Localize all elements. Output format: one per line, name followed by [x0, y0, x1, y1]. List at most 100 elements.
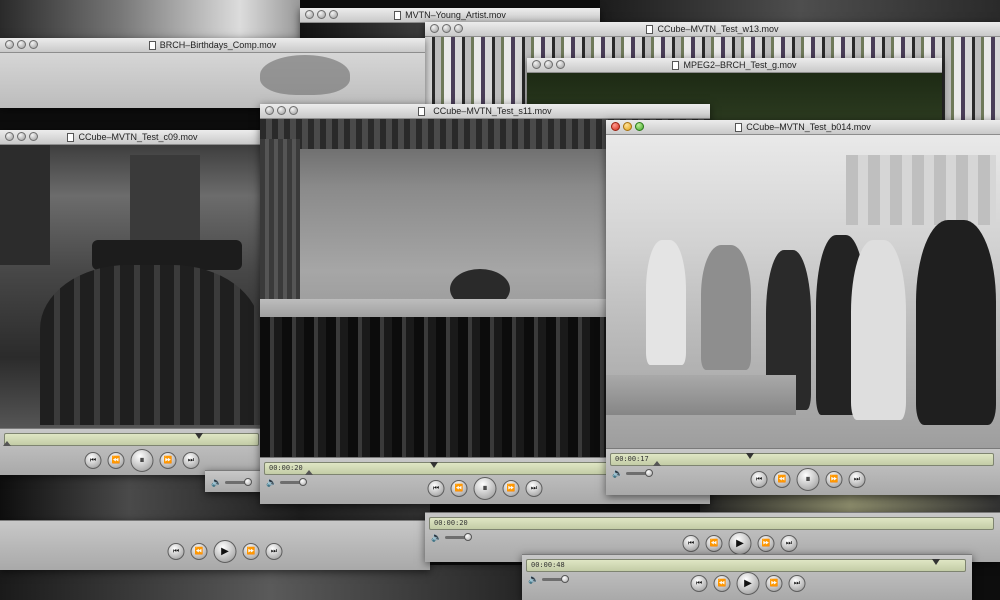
volume-knob[interactable] [561, 575, 570, 583]
rewind-to-start-button[interactable]: ⏮ [427, 480, 445, 497]
fast-forward-button[interactable]: ⏩ [242, 543, 260, 560]
pause-button[interactable]: ⏸ [130, 449, 154, 472]
playhead[interactable] [430, 462, 438, 468]
fast-forward-button[interactable]: ⏩ [757, 535, 775, 552]
title-bar[interactable]: CCube–MVTN_Test_c09.mov [0, 130, 265, 145]
movie-window-fragment[interactable]: 🔈 [205, 470, 265, 492]
crowd-silhouette [40, 265, 260, 425]
close-button[interactable] [305, 10, 314, 19]
in-point-marker[interactable] [3, 441, 11, 446]
go-to-end-button[interactable]: ⏭ [182, 452, 200, 469]
rewind-to-start-button[interactable]: ⏮ [84, 452, 102, 469]
rewind-to-start-button[interactable]: ⏮ [167, 543, 185, 560]
rewind-button[interactable]: ⏪ [705, 535, 723, 552]
minimize-button[interactable] [17, 40, 26, 49]
close-button[interactable] [265, 106, 274, 115]
zoom-button[interactable] [29, 40, 38, 49]
minimize-button[interactable] [442, 24, 451, 33]
fast-forward-button[interactable]: ⏩ [502, 480, 520, 497]
play-button[interactable]: ▶ [213, 540, 237, 563]
zoom-button[interactable] [635, 122, 644, 131]
volume-control: 🔈 [211, 477, 253, 488]
time-slider[interactable]: 00:00:20 [429, 517, 994, 530]
movie-file-icon [735, 122, 743, 132]
title-bar[interactable]: BRCH–Birthdays_Comp.mov [0, 38, 425, 53]
window-controls [611, 122, 644, 131]
movie-window-c09[interactable]: CCube–MVTN_Test_c09.mov ⏮ ⏪ ⏸ ⏩ ⏭ [0, 130, 265, 475]
go-to-end-button[interactable]: ⏭ [780, 535, 798, 552]
minimize-button[interactable] [277, 106, 286, 115]
play-button[interactable]: ▶ [736, 572, 760, 595]
close-button[interactable] [430, 24, 439, 33]
volume-slider[interactable] [542, 575, 570, 583]
pause-button[interactable]: ⏸ [473, 477, 497, 500]
title-bar[interactable]: MPEG2–BRCH_Test_g.mov [527, 58, 942, 73]
rewind-button[interactable]: ⏪ [450, 480, 468, 497]
in-point-marker[interactable] [305, 470, 313, 475]
zoom-button[interactable] [556, 60, 565, 69]
rewind-button[interactable]: ⏪ [107, 452, 125, 469]
transport-controls: ⏮ ⏪ ▶ ⏩ ⏭ [690, 572, 806, 595]
fast-forward-button[interactable]: ⏩ [159, 452, 177, 469]
go-to-end-button[interactable]: ⏭ [525, 480, 543, 497]
zoom-button[interactable] [289, 106, 298, 115]
playhead[interactable] [932, 559, 940, 565]
timecode: 00:00:48 [531, 561, 565, 569]
playhead[interactable] [746, 453, 754, 459]
in-point-marker[interactable] [653, 461, 661, 466]
minimize-button[interactable] [623, 122, 632, 131]
go-to-end-button[interactable]: ⏭ [848, 471, 866, 488]
close-button[interactable] [5, 132, 14, 141]
minimize-button[interactable] [544, 60, 553, 69]
volume-knob[interactable] [645, 469, 654, 477]
close-button[interactable] [5, 40, 14, 49]
volume-slider[interactable] [280, 478, 308, 486]
go-to-end-button[interactable]: ⏭ [265, 543, 283, 560]
rewind-button[interactable]: ⏪ [190, 543, 208, 560]
playhead[interactable] [195, 433, 203, 439]
movie-window-birthdays[interactable]: BRCH–Birthdays_Comp.mov [0, 38, 425, 108]
go-to-end-button[interactable]: ⏭ [788, 575, 806, 592]
window-title: BRCH–Birthdays_Comp.mov [159, 40, 277, 50]
movie-window-bottom-right[interactable]: 00:00:48 🔈 ⏮ ⏪ ▶ ⏩ ⏭ [522, 554, 972, 600]
minimize-button[interactable] [17, 132, 26, 141]
time-slider[interactable]: 00:00:17 [610, 453, 994, 466]
close-button[interactable] [611, 122, 620, 131]
fast-forward-button[interactable]: ⏩ [825, 471, 843, 488]
rewind-button[interactable]: ⏪ [713, 575, 731, 592]
volume-slider[interactable] [445, 533, 473, 541]
play-button[interactable]: ▶ [728, 532, 752, 555]
movie-window-bottom-left[interactable]: ⏮ ⏪ ▶ ⏩ ⏭ [0, 520, 430, 570]
volume-knob[interactable] [299, 478, 308, 486]
timecode: 00:00:17 [615, 455, 649, 463]
time-slider[interactable]: 00:00:48 [526, 559, 966, 572]
transport-controls: ⏮ ⏪ ⏸ ⏩ ⏭ [84, 449, 200, 472]
movie-window-b014[interactable]: CCube–MVTN_Test_b014.mov 00:00:17 🔈 ⏮ ⏪ … [606, 120, 1000, 495]
rewind-button[interactable]: ⏪ [773, 471, 791, 488]
volume-knob[interactable] [464, 533, 473, 541]
time-slider[interactable] [3, 433, 259, 446]
transport-controls: ⏮ ⏪ ▶ ⏩ ⏭ [682, 532, 798, 555]
person-figure [916, 220, 996, 425]
close-button[interactable] [532, 60, 541, 69]
title-bar[interactable]: CCube–MVTN_Test_b014.mov [606, 120, 1000, 135]
volume-slider[interactable] [225, 478, 253, 486]
minimize-button[interactable] [317, 10, 326, 19]
zoom-button[interactable] [29, 132, 38, 141]
rewind-to-start-button[interactable]: ⏮ [690, 575, 708, 592]
movie-file-icon [394, 10, 402, 20]
fast-forward-button[interactable]: ⏩ [765, 575, 783, 592]
rewind-to-start-button[interactable]: ⏮ [750, 471, 768, 488]
zoom-button[interactable] [454, 24, 463, 33]
pause-button[interactable]: ⏸ [796, 468, 820, 491]
rewind-to-start-button[interactable]: ⏮ [682, 535, 700, 552]
zoom-button[interactable] [329, 10, 338, 19]
title-bar[interactable]: CCube–MVTN_Test_w13.mov [425, 22, 1000, 37]
title-bar[interactable]: MVTN–Young_Artist.mov [300, 8, 600, 23]
window-title: MVTN–Young_Artist.mov [405, 10, 506, 20]
building-silhouette [0, 145, 50, 265]
video-frame [606, 135, 1000, 448]
volume-slider[interactable] [626, 469, 654, 477]
volume-knob[interactable] [244, 478, 253, 486]
title-bar[interactable]: CCube–MVTN_Test_s11.mov [260, 104, 710, 119]
